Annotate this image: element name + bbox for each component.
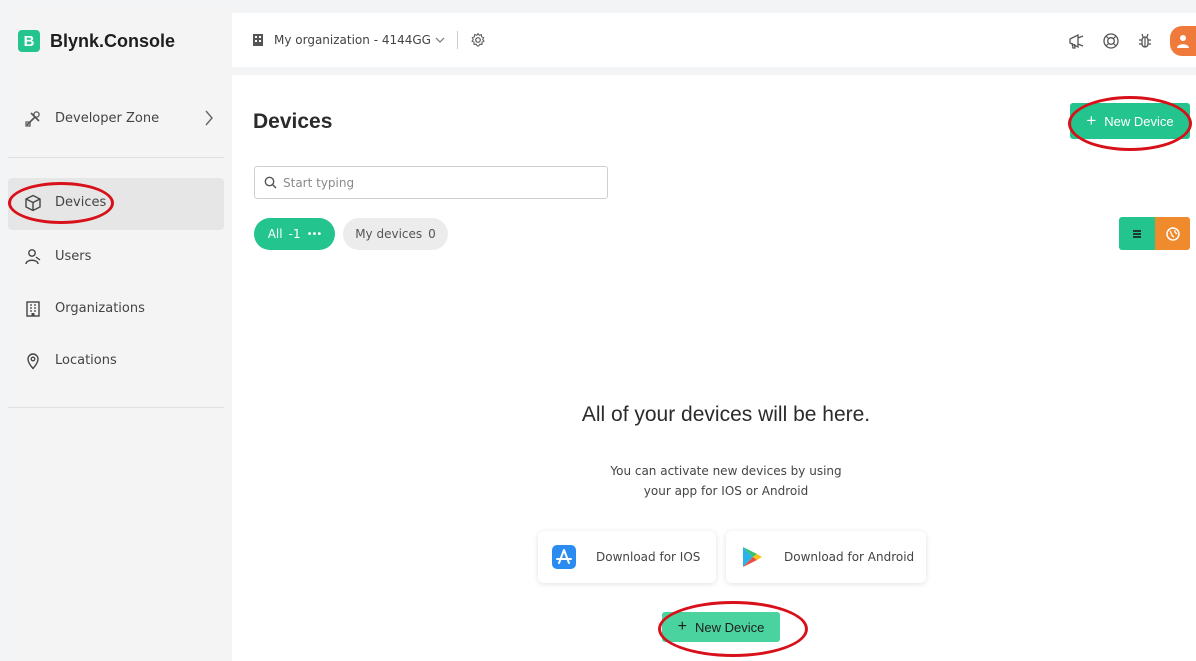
new-device-button-bottom[interactable]: + New Device (662, 612, 780, 642)
new-device-button[interactable]: + New Device (1070, 103, 1190, 139)
sidebar-item-label: Developer Zone (55, 111, 160, 126)
user-icon (1177, 35, 1189, 48)
sidebar-item-devices[interactable]: Devices (8, 178, 224, 230)
building-icon (253, 34, 263, 46)
download-ios-label: Download for IOS (596, 550, 701, 564)
plus-icon: + (677, 618, 687, 635)
globe-icon (1165, 226, 1180, 241)
plus-icon: + (1086, 111, 1097, 130)
filter-label: All (267, 227, 283, 241)
cube-icon (25, 194, 41, 212)
sidebar-item-users[interactable]: Users (8, 232, 224, 284)
sidebar: B Blynk.Console Developer Zone Devices U… (8, 8, 232, 661)
separator (456, 31, 458, 49)
view-toggle (1119, 217, 1190, 250)
empty-state-line-1: You can activate new devices by using (610, 464, 842, 478)
organization-selector[interactable]: My organization - 4144GG (252, 31, 486, 49)
search-input[interactable] (283, 173, 593, 193)
brand[interactable]: B Blynk.Console (18, 30, 175, 52)
page-title: Devices (253, 110, 333, 133)
main-content: Devices + New Device All -1 ••• My devic… (232, 75, 1196, 661)
users-icon (25, 249, 41, 265)
filter-count: -1 (288, 227, 301, 241)
filter-my-devices[interactable]: My devices 0 (343, 218, 448, 250)
sidebar-item-organizations[interactable]: Organizations (8, 284, 224, 336)
brand-logo: B (18, 30, 40, 52)
sidebar-item-label: Locations (55, 353, 117, 368)
tools-icon (25, 111, 40, 127)
new-device-label: New Device (694, 619, 765, 635)
sidebar-item-developer-zone[interactable]: Developer Zone (8, 104, 232, 136)
brand-name: Blynk.Console (50, 30, 176, 51)
location-pin-icon (27, 353, 39, 370)
map-view-button[interactable] (1155, 217, 1190, 250)
sidebar-item-label: Devices (55, 195, 107, 210)
app-store-icon (552, 545, 576, 569)
organization-name: My organization - 4144GG (274, 33, 431, 47)
building-icon (26, 301, 40, 317)
help-lifebuoy-icon[interactable] (1102, 32, 1120, 50)
new-device-label: New Device (1104, 113, 1174, 129)
top-bar: My organization - 4144GG (232, 13, 1196, 67)
chevron-down-icon (435, 37, 445, 43)
divider (8, 407, 224, 408)
search-icon (264, 176, 277, 189)
filter-count: 0 (428, 227, 436, 241)
divider (8, 157, 224, 158)
user-avatar[interactable] (1170, 26, 1196, 56)
announcement-icon[interactable] (1068, 32, 1086, 50)
sidebar-item-label: Users (55, 249, 92, 264)
search-box (254, 166, 608, 199)
bug-icon[interactable] (1136, 32, 1154, 50)
download-ios-button[interactable]: Download for IOS (538, 531, 716, 583)
empty-state-line-2: your app for IOS or Android (643, 484, 809, 498)
list-icon (1133, 229, 1141, 238)
chevron-right-icon (205, 110, 213, 126)
sidebar-item-label: Organizations (55, 301, 145, 316)
filter-label: My devices (355, 227, 423, 241)
download-android-button[interactable]: Download for Android (726, 531, 926, 583)
more-icon[interactable]: ••• (307, 229, 323, 240)
gear-icon[interactable] (470, 32, 486, 48)
top-bar-actions (1068, 26, 1196, 56)
sidebar-item-locations[interactable]: Locations (8, 336, 224, 388)
empty-state-title: All of your devices will be here. (581, 403, 871, 426)
filter-all[interactable]: All -1 ••• (254, 218, 335, 250)
google-play-icon (743, 547, 762, 567)
list-view-button[interactable] (1119, 217, 1155, 250)
download-android-label: Download for Android (784, 550, 915, 564)
